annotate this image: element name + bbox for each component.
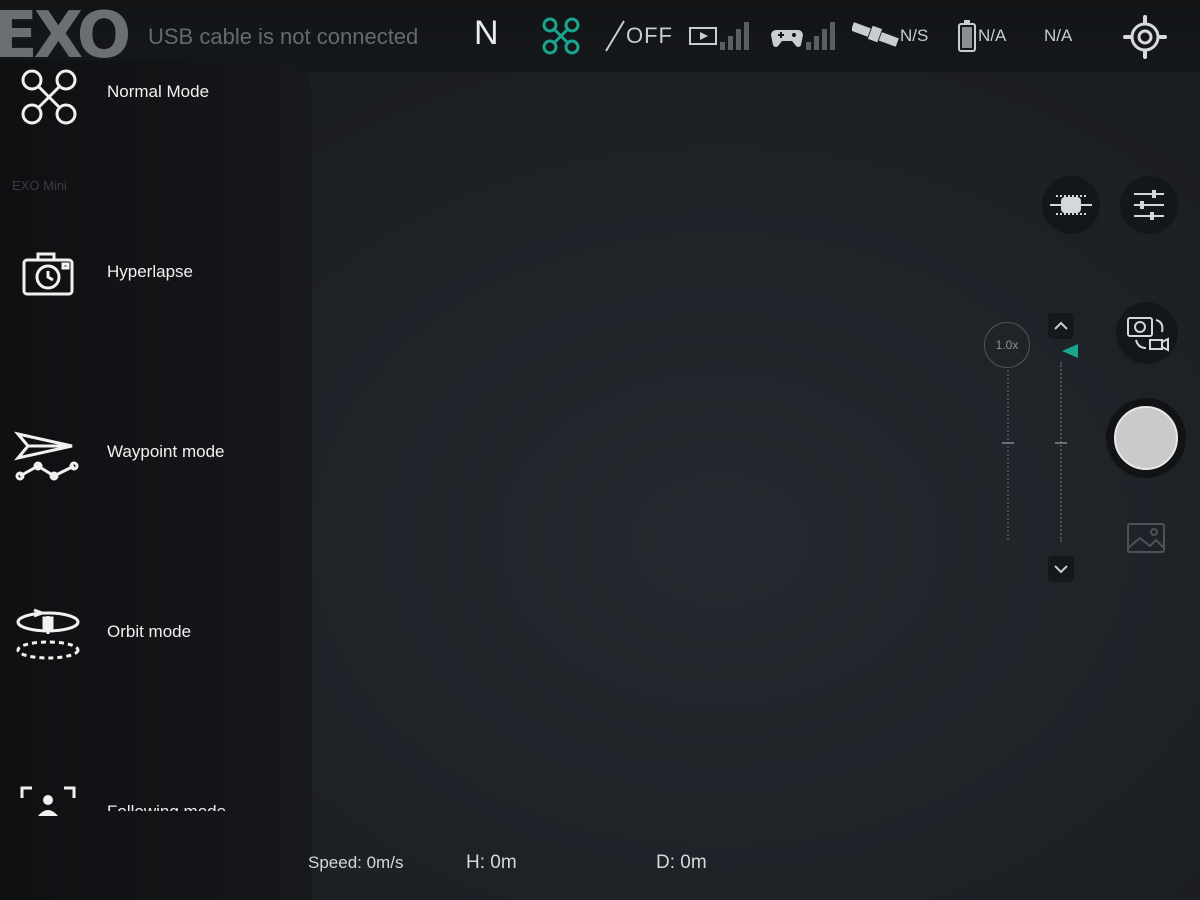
gallery-button[interactable] [1124, 518, 1168, 558]
mode-label: Waypoint mode [107, 442, 225, 461]
gimbal-icon [1050, 195, 1092, 215]
battery-level: N/A [978, 26, 1007, 45]
gimbal-tilt-track[interactable] [1060, 362, 1062, 542]
mode-label: Hyperlapse [107, 262, 193, 281]
remote-battery-level: N/A [1044, 26, 1073, 45]
follow-frame-icon [14, 780, 82, 848]
sliders-icon [1134, 190, 1164, 220]
brand-model-name: EXO Mini [12, 178, 67, 193]
drone-status-indicator[interactable] [540, 14, 582, 58]
chevron-down-icon [1054, 565, 1068, 574]
distance-readout: D: 0m [656, 852, 707, 873]
mode-label: Following mode [107, 802, 227, 821]
gimbal-tilt-down-button[interactable] [1048, 556, 1074, 582]
gimbal-tilt-pointer[interactable] [1062, 344, 1078, 358]
camera-switch-icon [1127, 317, 1169, 352]
usb-status-text: USB cable is not connected [148, 24, 419, 49]
signal-bars-icon [720, 22, 749, 50]
satellite-icon [852, 22, 899, 47]
mode-item-following[interactable]: Following mode [0, 776, 312, 856]
gimbal-tilt-up-button[interactable] [1048, 313, 1074, 339]
orbit-icon [14, 604, 82, 672]
brand-logo: EXO [0, 0, 131, 73]
mode-item-hyperlapse[interactable]: Hyperlapse [0, 240, 312, 320]
mode-item-normal[interactable]: Normal Mode [0, 60, 312, 140]
compass-north-indicator: N [474, 14, 499, 52]
gimbal-track-mid-mark [1055, 442, 1067, 444]
gear-icon [1123, 15, 1167, 59]
satellite-count: N/S [900, 26, 929, 45]
camera-timer-icon [14, 244, 82, 312]
mode-label: Normal Mode [107, 82, 210, 101]
mode-label: Orbit mode [107, 622, 192, 641]
gallery-image-icon [1127, 523, 1165, 553]
obstacle-slash-icon [605, 20, 625, 52]
chevron-up-icon [1054, 321, 1068, 330]
camera-settings-button[interactable] [1120, 176, 1178, 234]
obstacle-avoidance-status: OFF [626, 23, 673, 48]
signal-bars-icon [806, 22, 835, 50]
obstacle-avoidance-indicator[interactable]: OFF [604, 14, 673, 58]
video-transmission-icon [689, 27, 717, 45]
gamepad-icon [771, 30, 803, 47]
waypoint-paper-plane-icon [14, 424, 82, 492]
shutter-button[interactable] [1106, 398, 1186, 478]
controller-signal-indicator [770, 14, 838, 58]
speed-readout: Speed: 0m/s [308, 853, 404, 872]
zoom-track[interactable] [1007, 370, 1009, 540]
zoom-track-mid-mark [1002, 442, 1014, 444]
battery-indicator: N/A [956, 14, 1006, 58]
zoom-level-indicator: 1.0x [984, 322, 1030, 368]
drone-x-icon [14, 64, 82, 132]
battery-icon [958, 20, 976, 52]
drone-x-icon [542, 17, 580, 55]
photo-video-switch-button[interactable] [1116, 302, 1178, 364]
shutter-inner [1114, 406, 1178, 470]
telemetry-bar: Speed: 0m/s H: 0m D: 0m [308, 832, 1200, 900]
video-signal-indicator [688, 14, 752, 58]
flight-mode-panel: Normal Mode Hyperlapse Waypoint mode Orb… [0, 60, 312, 900]
mode-item-waypoint[interactable]: Waypoint mode [0, 420, 312, 500]
settings-button[interactable] [1122, 14, 1168, 60]
remote-battery-indicator: N/A [1044, 14, 1072, 58]
mode-item-orbit[interactable]: Orbit mode [0, 600, 312, 680]
gimbal-mode-button[interactable] [1042, 176, 1100, 234]
gps-satellite-indicator: N/S [852, 14, 928, 58]
height-readout: H: 0m [466, 852, 517, 873]
